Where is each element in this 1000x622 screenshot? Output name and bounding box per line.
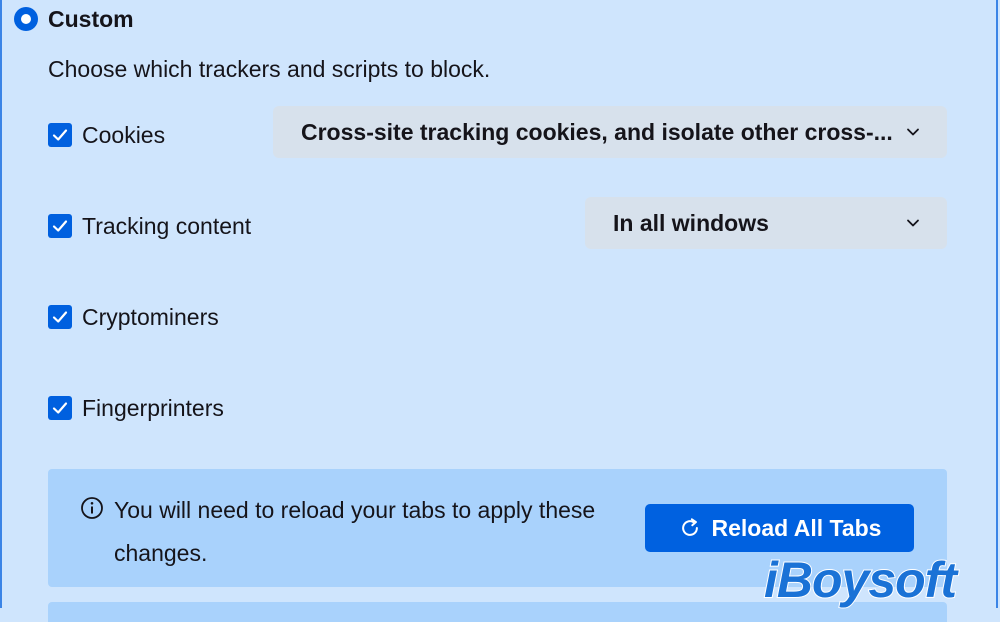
fingerprinters-checkbox[interactable] (48, 396, 72, 420)
cryptominers-checkbox[interactable] (48, 305, 72, 329)
cookies-checkbox[interactable] (48, 123, 72, 147)
tracking-content-dropdown[interactable]: In all windows (585, 197, 947, 249)
reload-notice-text: You will need to reload your tabs to app… (114, 497, 596, 566)
reload-all-tabs-label: Reload All Tabs (711, 514, 882, 541)
iboysoft-watermark: iBoysoft (763, 551, 958, 609)
tracking-content-checkbox-row[interactable]: Tracking content (48, 211, 251, 241)
custom-radio-label[interactable]: Custom (48, 6, 134, 33)
chevron-down-icon (905, 215, 921, 231)
custom-radio-button[interactable] (14, 7, 38, 31)
cryptominers-label[interactable]: Cryptominers (82, 304, 219, 331)
cryptominers-checkbox-row[interactable]: Cryptominers (48, 302, 219, 332)
reload-all-tabs-button[interactable]: Reload All Tabs (645, 504, 914, 552)
cookies-label[interactable]: Cookies (82, 122, 165, 149)
cookies-dropdown[interactable]: Cross-site tracking cookies, and isolate… (273, 106, 947, 158)
custom-description: Choose which trackers and scripts to blo… (48, 56, 491, 82)
checkmark-icon (52, 220, 68, 232)
checkmark-icon (52, 129, 68, 141)
fingerprinters-checkbox-row[interactable]: Fingerprinters (48, 393, 224, 423)
tracking-content-dropdown-value: In all windows (613, 209, 769, 236)
checkmark-icon (52, 311, 68, 323)
cookies-checkbox-row[interactable]: Cookies (48, 120, 165, 150)
fingerprinters-label[interactable]: Fingerprinters (82, 395, 224, 422)
chevron-down-icon (905, 124, 921, 140)
reload-icon (678, 516, 702, 540)
radio-selected-dot (21, 14, 31, 24)
cookies-dropdown-value: Cross-site tracking cookies, and isolate… (301, 118, 893, 145)
custom-radio-option[interactable]: Custom (14, 4, 134, 34)
checkmark-icon (52, 402, 68, 414)
info-icon (80, 496, 104, 520)
tracking-content-label[interactable]: Tracking content (82, 213, 251, 240)
tracking-content-checkbox[interactable] (48, 214, 72, 238)
